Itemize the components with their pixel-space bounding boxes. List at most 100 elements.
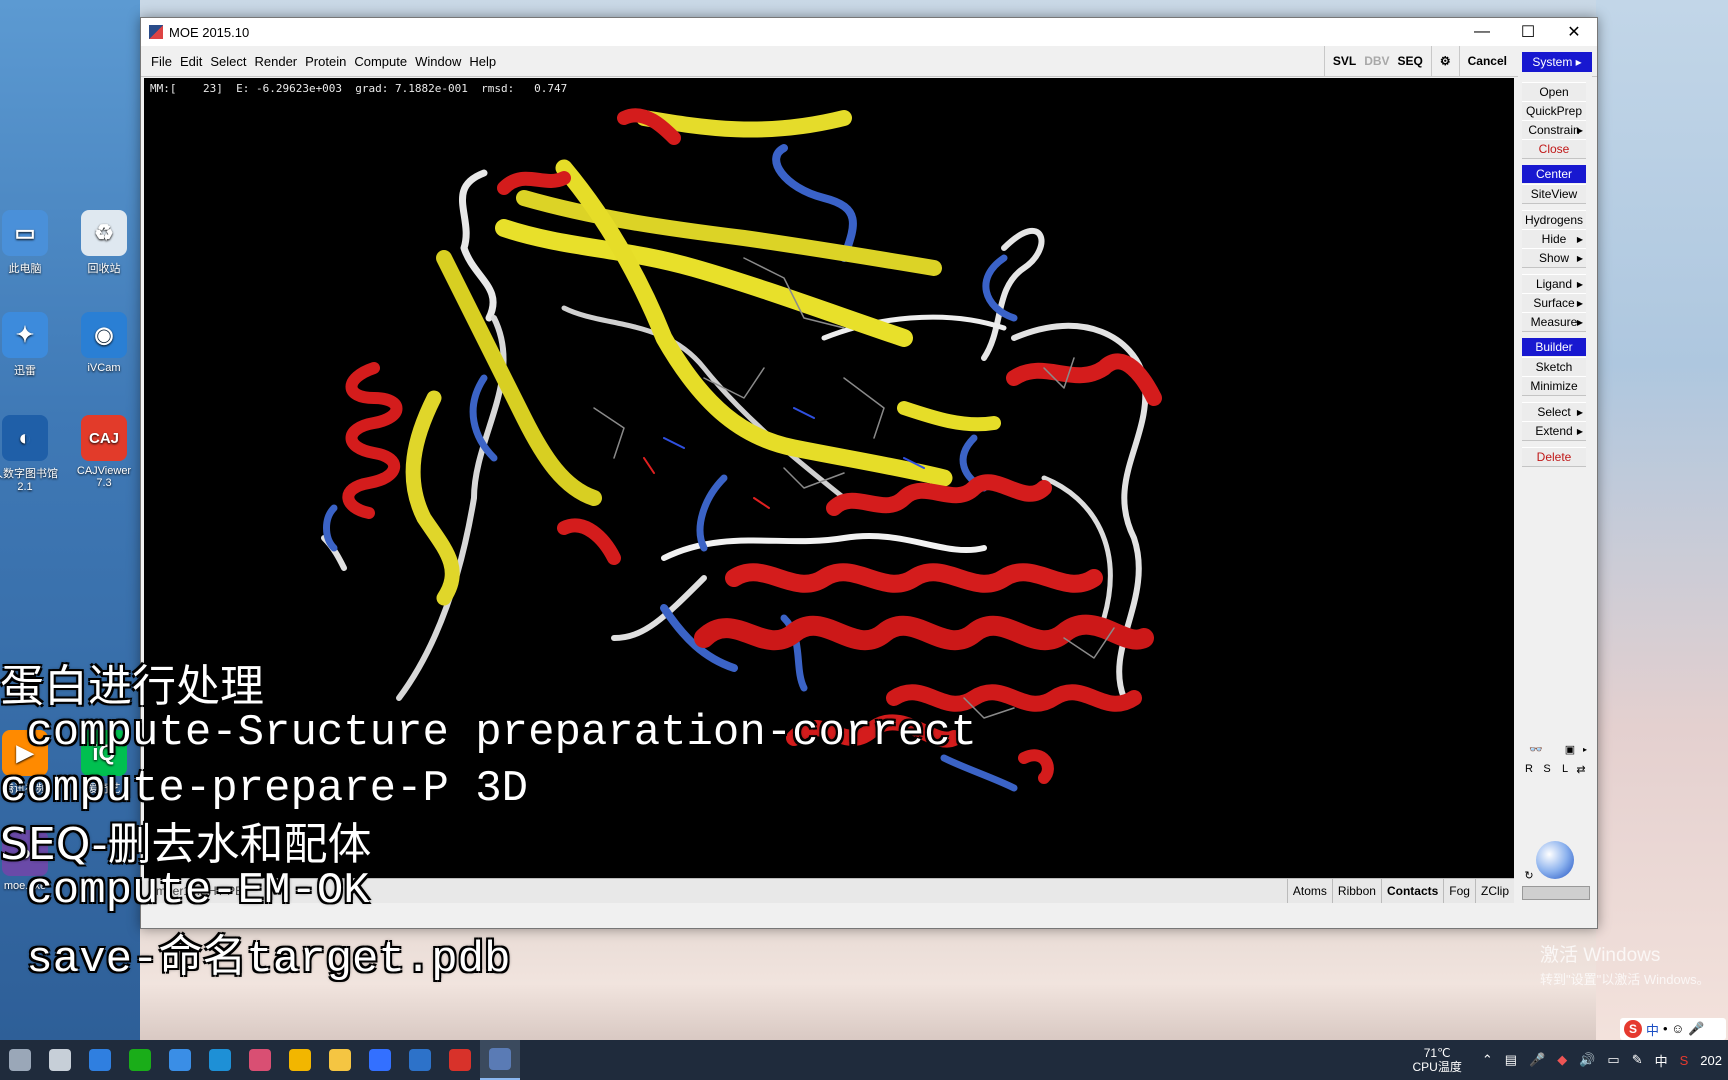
- pen-icon[interactable]: ✎: [1632, 1052, 1643, 1068]
- toggle-contacts[interactable]: Contacts: [1380, 879, 1443, 903]
- gear-icon[interactable]: ⚙: [1430, 46, 1459, 76]
- ime-tools-icon: • ☺ 🎤: [1663, 1021, 1705, 1036]
- minimize-button[interactable]: —: [1459, 18, 1505, 46]
- hydrogens-button[interactable]: Hydrogens: [1522, 210, 1586, 230]
- volume-icon[interactable]: 🔊: [1579, 1052, 1595, 1068]
- close-button[interactable]: Close: [1522, 139, 1586, 159]
- snapshot-icon[interactable]: ▣: [1558, 742, 1582, 756]
- desktop-shortcut[interactable]: CAJ CAJViewer 7.3: [69, 415, 139, 489]
- rotate-mode-button[interactable]: R: [1522, 762, 1536, 776]
- edge-taskbar-icon[interactable]: [200, 1040, 240, 1080]
- microphone-icon[interactable]: 🎤: [1529, 1052, 1545, 1068]
- input-language-icon[interactable]: 中: [1655, 1051, 1668, 1070]
- title-bar[interactable]: MOE 2015.10 — ☐ ✕: [141, 18, 1597, 46]
- desktop-shortcut[interactable]: ♻ 回收站: [69, 210, 139, 276]
- menu-file[interactable]: File: [147, 54, 176, 69]
- subtitle-line-6: save-命名target.pdb: [0, 935, 511, 985]
- system-button[interactable]: System ▸: [1522, 52, 1592, 72]
- depth-slider[interactable]: [1522, 886, 1590, 900]
- taskbar-app-glyph: [129, 1049, 151, 1071]
- close-button[interactable]: ✕: [1551, 18, 1597, 46]
- molecule-viewport[interactable]: MM:[ 23] E: -6.29623e+003 grad: 7.1882e-…: [144, 78, 1514, 878]
- panel-button-label: Builder: [1535, 340, 1573, 354]
- constrain-button[interactable]: Constrain ▶: [1522, 120, 1586, 140]
- submenu-arrow-icon: ▶: [1576, 234, 1583, 244]
- feishu-taskbar-icon[interactable]: [360, 1040, 400, 1080]
- menu-protein[interactable]: Protein: [301, 54, 350, 69]
- builder-button[interactable]: Builder: [1522, 338, 1586, 356]
- desktop-shortcut[interactable]: ✦ 迅雷: [0, 312, 60, 378]
- seq-button[interactable]: SEQ: [1398, 46, 1431, 76]
- tray-overflow-icon[interactable]: ⌃: [1482, 1052, 1493, 1068]
- menu-render[interactable]: Render: [251, 54, 302, 69]
- submenu-arrow-icon: ▶: [1576, 279, 1583, 289]
- mail-taskbar-icon[interactable]: [160, 1040, 200, 1080]
- reset-rotation-icon[interactable]: ↻: [1522, 868, 1536, 882]
- hide-button[interactable]: Hide ▶: [1522, 229, 1586, 249]
- siteview-button[interactable]: SiteView: [1522, 184, 1586, 204]
- snapshot-menu-arrow-icon[interactable]: ▸: [1580, 742, 1590, 756]
- desktop-shortcut[interactable]: ◐ 人数字图书馆2.1: [0, 415, 60, 493]
- photos-taskbar-icon[interactable]: [400, 1040, 440, 1080]
- ime-toolbar[interactable]: S 中 • ☺ 🎤: [1620, 1018, 1726, 1040]
- store-taskbar-icon[interactable]: [80, 1040, 120, 1080]
- center-button[interactable]: Center: [1522, 165, 1586, 183]
- surface-button[interactable]: Surface ▶: [1522, 293, 1586, 313]
- panel-button-label: Delete: [1536, 450, 1572, 464]
- ligand-button[interactable]: Ligand ▶: [1522, 274, 1586, 294]
- toggle-zclip[interactable]: ZClip: [1474, 879, 1514, 903]
- desktop-shortcut[interactable]: ▭ 此电脑: [0, 210, 60, 276]
- tray-red-app-icon[interactable]: ◆: [1557, 1052, 1567, 1068]
- svl-button[interactable]: SVL: [1323, 46, 1364, 76]
- sogou-tray-icon[interactable]: S: [1680, 1053, 1689, 1068]
- show-button[interactable]: Show ▶: [1522, 248, 1586, 268]
- delete-button[interactable]: Delete: [1522, 447, 1586, 467]
- network-icon[interactable]: ▭: [1607, 1052, 1619, 1068]
- submenu-arrow-icon: ▶: [1576, 317, 1583, 327]
- menu-compute[interactable]: Compute: [350, 54, 411, 69]
- wechat-taskbar-icon[interactable]: [120, 1040, 160, 1080]
- cancel-button[interactable]: Cancel: [1458, 46, 1515, 76]
- render-toggles: Atoms Ribbon Contacts Fog ZClip: [1286, 879, 1514, 903]
- taskview-taskbar-icon[interactable]: [40, 1040, 80, 1080]
- search-taskbar-icon[interactable]: [0, 1040, 40, 1080]
- toggle-atoms[interactable]: Atoms: [1286, 879, 1332, 903]
- panel-button-label: Hide: [1541, 232, 1567, 246]
- menu-help[interactable]: Help: [465, 54, 500, 69]
- cpu-temp-widget[interactable]: 71℃ CPU温度: [1412, 1046, 1461, 1074]
- right-button-panel: Open QuickPrep Constrain ▶ Close Center SiteVi…: [1518, 76, 1592, 902]
- swap-icon[interactable]: ⇄: [1574, 762, 1588, 776]
- quickprep-button[interactable]: QuickPrep: [1522, 101, 1586, 121]
- toggle-fog[interactable]: Fog: [1443, 879, 1475, 903]
- scale-mode-button[interactable]: S: [1540, 762, 1554, 776]
- rotation-ball-icon[interactable]: [1536, 841, 1574, 879]
- desktop-shortcut[interactable]: ◉ iVCam: [69, 312, 139, 374]
- wps-taskbar-icon[interactable]: [440, 1040, 480, 1080]
- subtitle-line-2: compute-Sructure preparation-correct: [0, 708, 977, 758]
- menu-edit[interactable]: Edit: [176, 54, 206, 69]
- extend-button[interactable]: Extend ▶: [1522, 421, 1586, 441]
- tray-app-icon[interactable]: ▤: [1505, 1052, 1517, 1068]
- subtitle-line-3: compute-prepare-P 3D: [0, 764, 529, 814]
- taskbar-app-glyph: [449, 1049, 471, 1071]
- taskbar-app-glyph: [169, 1049, 191, 1071]
- stereo-glasses-icon[interactable]: 👓: [1524, 742, 1548, 756]
- taskbar-app-glyph: [49, 1049, 71, 1071]
- moe-taskbar-icon[interactable]: [480, 1040, 520, 1080]
- toggle-ribbon[interactable]: Ribbon: [1331, 879, 1381, 903]
- dbv-button[interactable]: DBV: [1364, 46, 1397, 76]
- explorer-taskbar-icon[interactable]: [320, 1040, 360, 1080]
- lock-mode-button[interactable]: L: [1558, 762, 1572, 776]
- open-button[interactable]: Open: [1522, 82, 1586, 102]
- sketch-button[interactable]: Sketch: [1522, 357, 1586, 377]
- panel-button-label: QuickPrep: [1525, 104, 1583, 118]
- clock-year[interactable]: 202: [1700, 1053, 1722, 1068]
- chrome-taskbar-icon[interactable]: [280, 1040, 320, 1080]
- measure-button[interactable]: Measure ▶: [1522, 312, 1586, 332]
- minimize-button[interactable]: Minimize: [1522, 376, 1586, 396]
- menu-window[interactable]: Window: [411, 54, 465, 69]
- maximize-button[interactable]: ☐: [1505, 18, 1551, 46]
- select-button[interactable]: Select ▶: [1522, 402, 1586, 422]
- app-taskbar-icon[interactable]: [240, 1040, 280, 1080]
- menu-select[interactable]: Select: [206, 54, 250, 69]
